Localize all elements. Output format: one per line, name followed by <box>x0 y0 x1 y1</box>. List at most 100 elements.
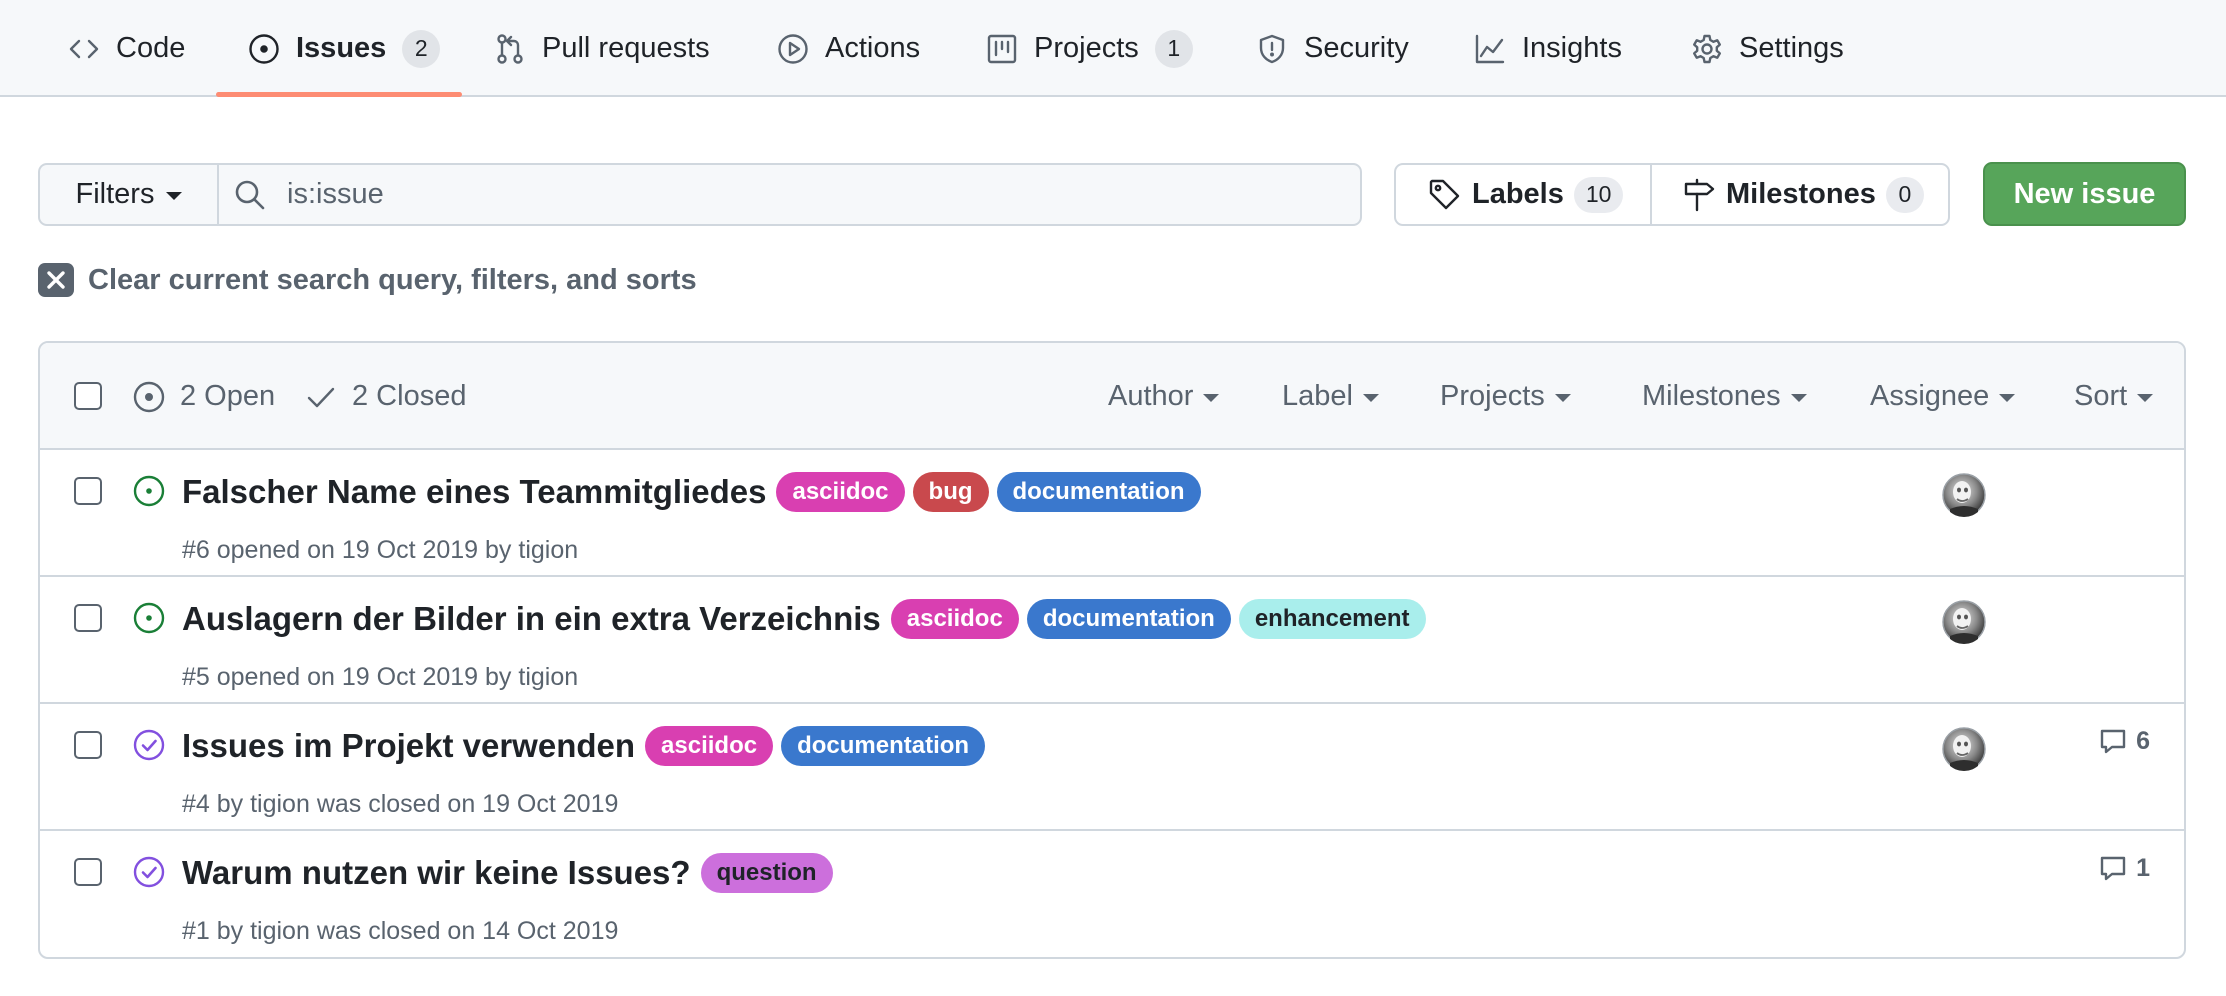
tab-issues[interactable]: Issues 2 <box>248 0 441 97</box>
issue-opened-icon <box>249 33 279 64</box>
code-icon <box>69 39 99 58</box>
issue-checkbox[interactable] <box>74 477 102 505</box>
assignee-avatar[interactable] <box>1942 727 1986 771</box>
issue-meta: #1 by tigion was closed on 14 Oct 2019 <box>182 917 619 945</box>
tag-icon <box>1429 179 1460 209</box>
caret-down-icon <box>2137 394 2154 402</box>
comments-link[interactable]: 6 <box>2098 726 2150 756</box>
check-icon <box>307 387 335 407</box>
issue-label[interactable]: asciidoc <box>645 726 774 766</box>
caret-down-icon <box>166 192 183 200</box>
assignee-label: Assignee <box>1870 380 1990 412</box>
issue-label[interactable]: asciidoc <box>890 599 1019 639</box>
labels-milestones-group: Labels 10 Milestones 0 <box>1394 163 1950 226</box>
avatar-image <box>1942 727 1986 771</box>
issue-title-link[interactable]: Falscher Name eines Teammitgliedes <box>182 473 766 511</box>
avatar-image <box>1942 600 1986 644</box>
issue-title-line: Auslagern der Bilder in ein extra Verzei… <box>182 599 1426 639</box>
open-issues-filter[interactable]: 2 Open <box>132 343 275 450</box>
label-dropdown[interactable]: Label <box>1282 343 1379 450</box>
issue-label[interactable]: bug <box>912 472 989 512</box>
issue-checkbox[interactable] <box>74 604 102 632</box>
tab-label: Projects <box>1034 32 1139 64</box>
closed-count-label: 2 Closed <box>352 380 467 412</box>
open-count-label: 2 Open <box>180 380 276 412</box>
tab-settings[interactable]: Settings <box>1691 0 1844 97</box>
issue-checkbox[interactable] <box>74 731 102 759</box>
issue-meta: #4 by tigion was closed on 19 Oct 2019 <box>182 790 619 818</box>
issue-checkbox[interactable] <box>74 858 102 886</box>
issue-row: Falscher Name eines Teammitgliedes asciid… <box>40 450 2184 577</box>
milestone-icon <box>1684 178 1715 211</box>
tab-label: Issues <box>296 32 387 64</box>
issue-label[interactable]: documentation <box>996 472 1201 512</box>
avatar-image <box>1942 473 1986 517</box>
tab-security[interactable]: Security <box>1256 0 1409 97</box>
issue-opened-icon <box>133 602 165 634</box>
repo-nav: Code Issues 2 Pull requests Actions Proj… <box>0 0 2226 97</box>
tab-insights[interactable]: Insights <box>1474 0 1622 97</box>
caret-down-icon <box>1203 394 1220 402</box>
issue-meta: #5 opened on 19 Oct 2019 by tigion <box>182 663 579 691</box>
issue-row: Issues im Projekt verwenden asciidoc docum… <box>40 704 2184 831</box>
projects-count-badge: 1 <box>1154 29 1193 68</box>
projects-label: Projects <box>1440 380 1545 412</box>
caret-down-icon <box>1790 394 1807 402</box>
search-input[interactable] <box>287 178 1287 211</box>
new-issue-button[interactable]: New issue <box>1983 162 2186 226</box>
issue-label[interactable]: documentation <box>1026 599 1231 639</box>
projects-dropdown[interactable]: Projects <box>1440 343 1571 450</box>
caret-down-icon <box>1362 394 1379 402</box>
issues-count-badge: 2 <box>402 29 441 68</box>
issues-list-header: 2 Open 2 Closed Author Label Projects Mi… <box>40 343 2184 450</box>
closed-issues-filter[interactable]: 2 Closed <box>304 343 466 450</box>
tab-code[interactable]: Code <box>68 0 185 97</box>
issue-label[interactable]: documentation <box>781 726 986 766</box>
comment-count: 1 <box>2136 853 2150 882</box>
tab-label: Settings <box>1739 32 1844 64</box>
tab-label: Pull requests <box>542 32 710 64</box>
author-dropdown[interactable]: Author <box>1108 343 1220 450</box>
issue-opened-icon <box>133 475 165 507</box>
tab-label: Actions <box>825 32 921 64</box>
issue-title-link[interactable]: Auslagern der Bilder in ein extra Verzei… <box>182 600 881 638</box>
comment-icon <box>2100 856 2126 881</box>
label-label: Label <box>1282 380 1353 412</box>
active-tab-underline <box>216 92 462 97</box>
issue-search[interactable] <box>217 163 1362 226</box>
issue-title-link[interactable]: Issues im Projekt verwenden <box>182 727 635 765</box>
gear-icon <box>1693 34 1721 63</box>
comments-link[interactable]: 1 <box>2098 853 2150 883</box>
graph-icon <box>1475 34 1505 63</box>
milestones-label: Milestones <box>1726 178 1876 210</box>
clear-filters-text: Clear current search query, filters, and… <box>88 263 697 296</box>
tab-label: Security <box>1304 32 1409 64</box>
play-icon <box>778 33 808 64</box>
comment-icon <box>2100 729 2126 754</box>
issue-title-line: Warum nutzen wir keine Issues? question <box>182 853 833 893</box>
clear-filters-link[interactable]: Clear current search query, filters, and… <box>38 262 697 298</box>
tab-projects[interactable]: Projects 1 <box>986 0 1193 97</box>
author-label: Author <box>1108 380 1194 412</box>
milestones-count-badge: 0 <box>1885 176 1924 213</box>
milestones-button[interactable]: Milestones 0 <box>1652 165 1946 224</box>
sort-dropdown[interactable]: Sort <box>2074 343 2154 450</box>
issue-title-link[interactable]: Warum nutzen wir keine Issues? <box>182 854 691 892</box>
issue-row: Auslagern der Bilder in ein extra Verzei… <box>40 577 2184 704</box>
caret-down-icon <box>1999 394 2016 402</box>
tab-actions[interactable]: Actions <box>777 0 920 97</box>
assignee-dropdown[interactable]: Assignee <box>1870 343 2016 450</box>
tab-pull-requests[interactable]: Pull requests <box>494 0 710 97</box>
labels-button[interactable]: Labels 10 <box>1396 165 1652 224</box>
caret-down-icon <box>1554 394 1571 402</box>
sort-label: Sort <box>2074 380 2128 412</box>
select-all-checkbox[interactable] <box>74 382 102 410</box>
issue-label[interactable]: asciidoc <box>776 472 905 512</box>
assignee-avatar[interactable] <box>1942 600 1986 644</box>
issue-label[interactable]: enhancement <box>1238 599 1426 639</box>
issue-label[interactable]: question <box>700 853 833 893</box>
assignee-avatar[interactable] <box>1942 473 1986 517</box>
filters-dropdown-button[interactable]: Filters <box>38 163 218 226</box>
issue-closed-icon <box>133 729 165 761</box>
milestones-dropdown[interactable]: Milestones <box>1642 343 1807 450</box>
